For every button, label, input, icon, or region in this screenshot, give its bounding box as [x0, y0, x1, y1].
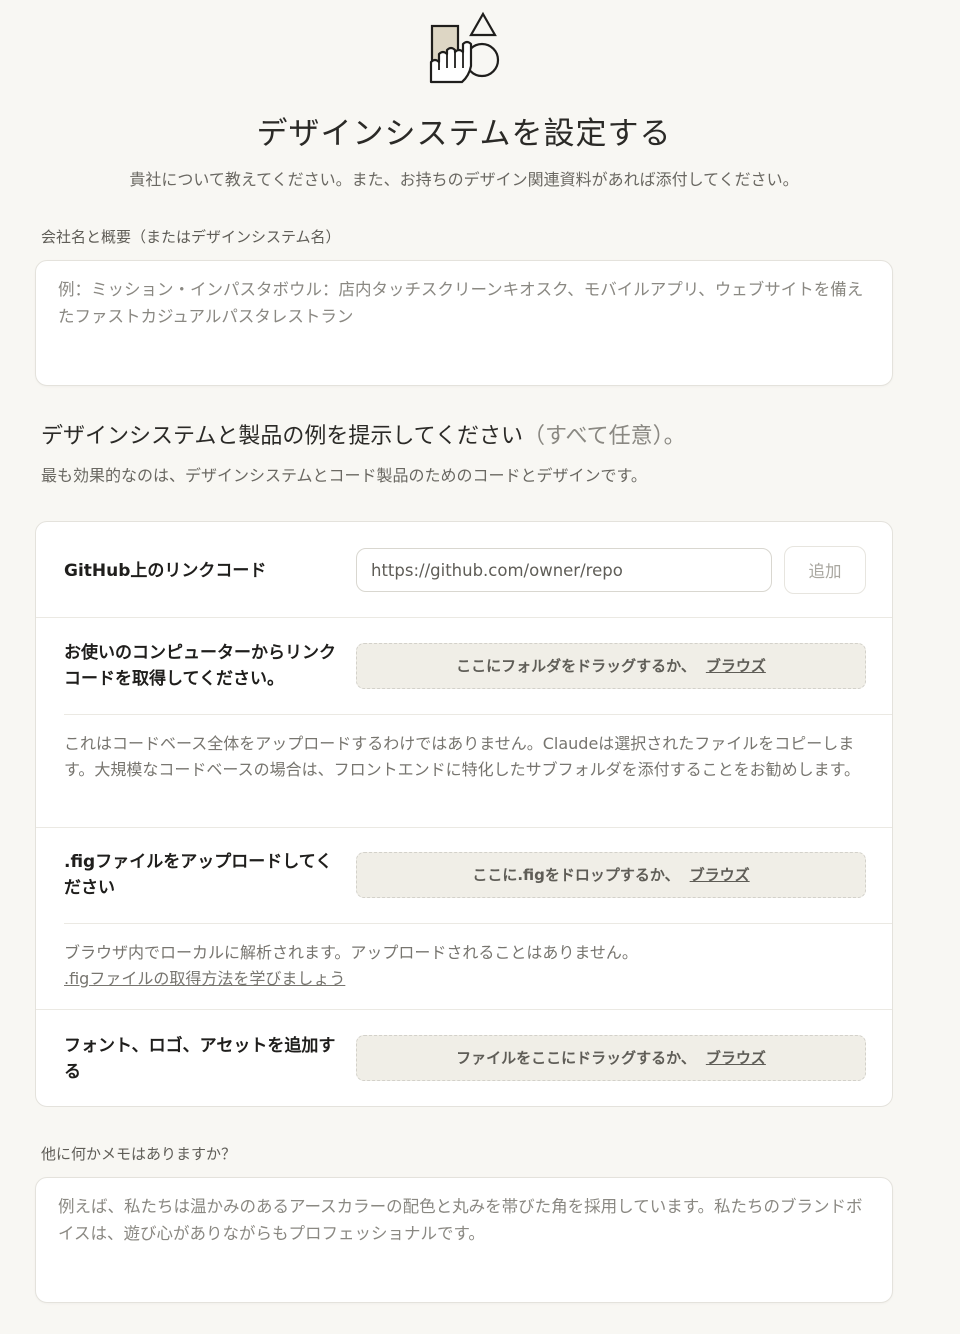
divider [36, 827, 892, 828]
github-url-input[interactable] [356, 548, 772, 592]
examples-card: GitHub上のリンクコード 追加 お使いのコンピューターからリンクコードを取得… [35, 521, 893, 1107]
add-button[interactable]: 追加 [784, 546, 866, 594]
assets-drop-text: ファイルをここにドラッグするか、 [456, 1049, 696, 1067]
company-label: 会社名と概要（またはデザインシステム名） [41, 228, 341, 246]
fig-help-text: ブラウザ内でローカルに解析されます。アップロードされることはありません。 [64, 943, 638, 962]
examples-heading: デザインシステムと製品の例を提示してください（すべて任意）。 [41, 418, 686, 450]
divider [64, 923, 892, 924]
page-title: デザインシステムを設定する [256, 116, 672, 152]
notes-textarea[interactable]: 例えば、私たちは温かみのあるアースカラーの配色と丸みを帯びた角を採用しています。… [35, 1177, 893, 1303]
examples-heading-optional: （すべて任意）。 [523, 424, 686, 449]
divider [36, 1009, 892, 1010]
examples-heading-main: デザインシステムと製品の例を提示してください [41, 424, 524, 449]
local-help-text: これはコードベース全体をアップロードするわけではありません。Claudeは選択さ… [64, 734, 861, 779]
page-subtitle: 貴社について教えてください。また、お持ちのデザイン関連資料があれば添付してくださ… [129, 170, 799, 189]
assets-dropzone[interactable]: ファイルをここにドラッグするか、 ブラウズ [356, 1035, 866, 1081]
folder-browse-link[interactable]: ブラウズ [706, 657, 766, 675]
fig-dropzone[interactable]: ここに.figをドロップするか、 ブラウズ [356, 852, 866, 898]
examples-description: 最も効果的なのは、デザインシステムとコード製品のためのコードとデザインです。 [41, 466, 647, 485]
divider [36, 617, 892, 618]
fig-help: ブラウザ内でローカルに解析されます。アップロードされることはありません。 .fi… [64, 940, 864, 992]
folder-dropzone[interactable]: ここにフォルダをドラッグするか、 ブラウズ [356, 643, 866, 689]
company-textarea[interactable]: 例：ミッション・インパスタボウル：店内タッチスクリーンキオスク、モバイルアプリ、… [35, 260, 893, 386]
shapes-hand-icon [429, 11, 500, 84]
github-label: GitHub上のリンクコード [64, 561, 267, 581]
fig-upload-label: .figファイルをアップロードしてください [64, 852, 333, 898]
assets-label: フォント、ロゴ、アセットを追加する [64, 1036, 336, 1082]
fig-help-link[interactable]: .figファイルの取得方法を学びましょう [64, 969, 345, 988]
folder-drop-text: ここにフォルダをドラッグするか、 [456, 657, 696, 675]
fig-drop-text: ここに.figをドロップするか、 [472, 866, 680, 884]
notes-label: 他に何かメモはありますか？ [41, 1145, 237, 1163]
company-placeholder: 例：ミッション・インパスタボウル：店内タッチスクリーンキオスク、モバイルアプリ、… [58, 280, 864, 326]
notes-placeholder: 例えば、私たちは温かみのあるアースカラーの配色と丸みを帯びた角を採用しています。… [58, 1197, 863, 1243]
divider [64, 714, 892, 715]
assets-browse-link[interactable]: ブラウズ [706, 1049, 766, 1067]
local-code-label: お使いのコンピューターからリンクコードを取得してください。 [64, 643, 336, 689]
fig-browse-link[interactable]: ブラウズ [690, 866, 750, 884]
